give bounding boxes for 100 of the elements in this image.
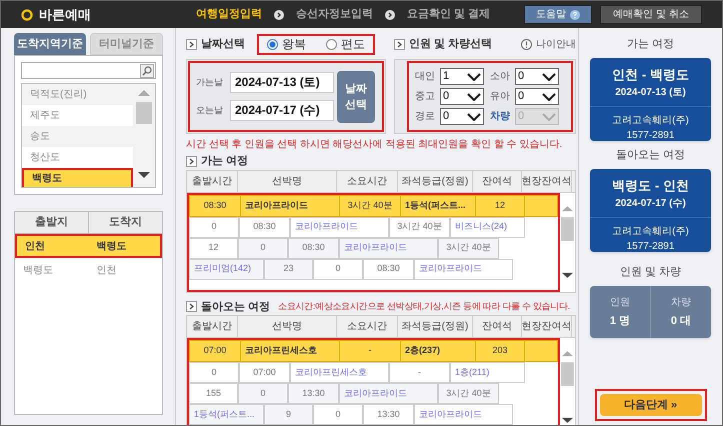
table-link[interactable]: 코리아프라이드 bbox=[339, 383, 438, 404]
step-tab[interactable]: 여행일정입력 bbox=[196, 6, 262, 23]
app-title: 바른예매 bbox=[39, 6, 91, 24]
select-label: 중고 bbox=[415, 90, 435, 104]
table-cell: 12 bbox=[476, 196, 525, 216]
radio-option[interactable]: 왕복 bbox=[267, 35, 306, 53]
table-link[interactable]: 프리미엄(142) bbox=[189, 258, 264, 280]
date-select-button[interactable]: 날짜 선택 bbox=[337, 70, 375, 122]
section-title: 가는 여정 bbox=[201, 154, 248, 169]
header-button[interactable]: 도움말 bbox=[524, 5, 592, 24]
route-row[interactable]: 백령도 인천 bbox=[15, 258, 162, 282]
route-text: 인천 - 백령도 bbox=[612, 66, 689, 84]
search-icon bbox=[140, 64, 154, 78]
arrow-bullet-icon bbox=[186, 301, 197, 312]
table-link[interactable]: 코리아프라이드 bbox=[339, 238, 438, 258]
table-link[interactable]: 코리아프린세스호 bbox=[290, 362, 389, 383]
table-cell: 13:30 bbox=[363, 404, 414, 425]
chevron-circle-icon bbox=[274, 10, 284, 20]
column-header: 잔여석 bbox=[473, 170, 522, 192]
route-text: 백령도 - 인천 bbox=[612, 177, 689, 195]
count-select[interactable]: 0 bbox=[440, 88, 484, 105]
table-cell: 코리아프라이드 bbox=[241, 196, 340, 216]
summary-heading: 돌아오는 여정 bbox=[616, 148, 686, 163]
count-select[interactable]: 0 bbox=[440, 108, 484, 125]
arrow-bullet-icon bbox=[186, 38, 197, 50]
destination-item[interactable]: 청산도 bbox=[22, 147, 133, 168]
table-cell: 08:30 bbox=[190, 196, 241, 216]
radio-option[interactable]: 편도 bbox=[326, 35, 365, 53]
table-cell: 2층(237) bbox=[401, 341, 476, 361]
chevron-down-icon bbox=[542, 112, 556, 120]
selected-schedule-row[interactable]: 08:30 코리아프라이드 3시간 40분 1등석(퍼스트... 12 bbox=[189, 194, 558, 216]
table-cell: 3시간 40분 bbox=[389, 216, 450, 238]
phone-text: 1577-2891 bbox=[626, 240, 674, 254]
chevron-down-icon bbox=[542, 92, 556, 100]
table-cell: 23 bbox=[264, 258, 313, 280]
date-text: 2024-07-17 (수) bbox=[615, 196, 686, 210]
field-label: 가는날 bbox=[196, 76, 224, 89]
arrow-bullet-icon bbox=[186, 156, 197, 167]
column-header: 도착지 bbox=[108, 215, 143, 230]
search-field[interactable] bbox=[21, 62, 156, 79]
table-cell: 08:30 bbox=[363, 258, 414, 280]
column-header: 출발지 bbox=[15, 212, 89, 233]
column-header: 잔여석 bbox=[473, 316, 522, 337]
chevron-circle-icon bbox=[385, 10, 395, 20]
table-link[interactable]: 비즈니스(24) bbox=[450, 216, 525, 238]
column-header: 출발시간 bbox=[187, 170, 238, 192]
ring-logo-icon bbox=[21, 8, 33, 20]
select-label: 유아 bbox=[490, 90, 510, 104]
section-title: 날짜선택 bbox=[201, 36, 245, 52]
age-guide-link[interactable]: 나이안내 bbox=[536, 36, 576, 52]
column-header: 선박명 bbox=[238, 170, 337, 192]
select-label: 경로 bbox=[415, 110, 435, 124]
region-tab[interactable]: 도착지역기준 bbox=[14, 33, 86, 55]
table-cell: 07:00 bbox=[190, 341, 241, 361]
destination-item[interactable]: 백령도 bbox=[22, 168, 133, 187]
column-header: 선박명 bbox=[238, 316, 337, 337]
step-tab[interactable]: 요금확인 및 결제 bbox=[407, 6, 490, 23]
select-label: 소아 bbox=[490, 70, 510, 84]
section-title: 돌아오는 여정 bbox=[201, 300, 270, 314]
destination-item[interactable]: 제주도 bbox=[22, 105, 133, 126]
selected-schedule-row[interactable]: 07:00 코리아프린세스호 - 2층(237) 203 bbox=[189, 340, 558, 362]
date-field[interactable]: 2024-07-17 (수) bbox=[230, 100, 334, 121]
chevron-down-icon bbox=[467, 72, 481, 80]
count-value: 1 명 bbox=[610, 314, 630, 329]
count-select[interactable]: 0 bbox=[515, 68, 559, 85]
table-link[interactable]: 1층(211) bbox=[450, 362, 525, 383]
count-label: 인원 bbox=[610, 296, 630, 310]
count-label: 차량 bbox=[671, 296, 691, 310]
table-link[interactable]: 코리아프라이드 bbox=[290, 216, 389, 238]
table-cell: 13:30 bbox=[288, 383, 339, 404]
next-step-button[interactable]: 다음단계 » bbox=[600, 394, 702, 416]
step-tab[interactable]: 승선자정보입력 bbox=[296, 6, 373, 23]
table-cell: 3시간 40분 bbox=[438, 383, 499, 404]
table-cell: 0 bbox=[189, 216, 239, 238]
date-field[interactable]: 2024-07-13 (토) bbox=[230, 72, 334, 93]
field-label: 오는날 bbox=[196, 104, 224, 117]
table-cell: 08:30 bbox=[288, 238, 339, 258]
table-cell: 0 bbox=[189, 362, 239, 383]
count-select[interactable]: 1 bbox=[440, 68, 484, 85]
region-tab[interactable]: 터미널기준 bbox=[90, 33, 163, 55]
chevron-down-icon bbox=[467, 112, 481, 120]
table-link[interactable]: 코리아프라이드 bbox=[414, 404, 513, 425]
phone-text: 1577-2891 bbox=[626, 128, 674, 142]
column-header: 현장잔여석 bbox=[522, 316, 572, 337]
header-button[interactable]: 예매확인 및 취소 bbox=[600, 5, 702, 24]
table-cell: 9 bbox=[264, 404, 313, 425]
table-cell: 0 bbox=[238, 238, 288, 258]
table-link[interactable]: 코리아프라이드 bbox=[414, 258, 513, 280]
column-header: 좌석등급(정원) bbox=[398, 170, 473, 192]
date-text: 2024-07-13 (토) bbox=[615, 86, 686, 100]
table-cell: 0 bbox=[313, 258, 363, 280]
table-cell: - bbox=[389, 362, 450, 383]
section-title: 인원 및 차량선택 bbox=[409, 36, 494, 52]
route-row[interactable]: 인천 백령도 bbox=[15, 234, 162, 258]
count-select[interactable]: 0 bbox=[515, 88, 559, 105]
table-link[interactable]: 1등석(퍼스트... bbox=[189, 404, 264, 425]
table-cell: 07:00 bbox=[239, 362, 290, 383]
notice-text: 시간 선택 후 인원을 선택 하시면 해당선사에 적용된 최대인원을 확인 할 수 있습니다. bbox=[186, 138, 564, 152]
select-label: 차량 bbox=[490, 110, 510, 124]
table-cell: 1등석(퍼스트... bbox=[401, 196, 476, 216]
